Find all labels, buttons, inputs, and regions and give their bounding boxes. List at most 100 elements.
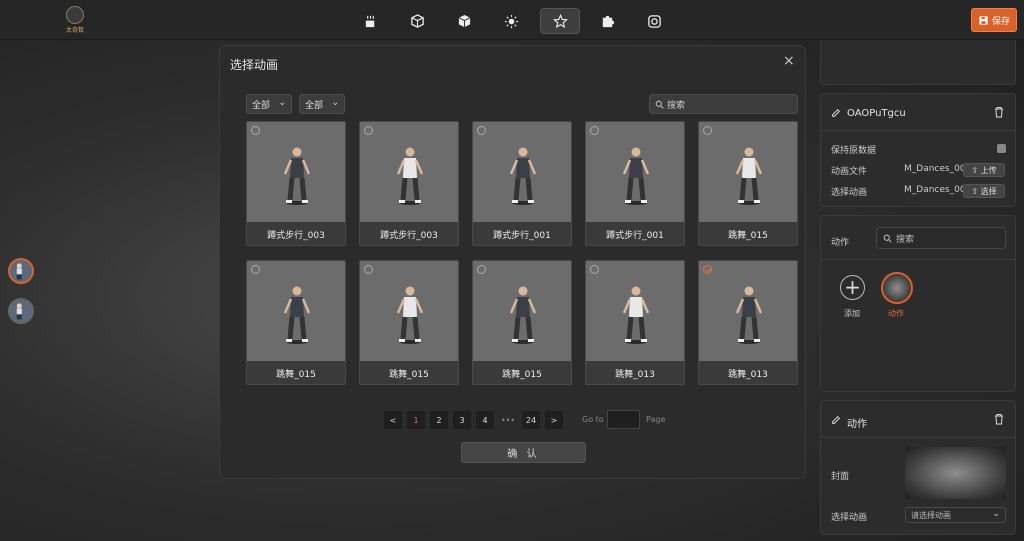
character-figure	[396, 147, 424, 205]
chevron-down-icon: ⌄	[992, 509, 1000, 519]
select-button[interactable]: ⇧ 选择	[963, 184, 1005, 198]
animation-card[interactable]: 跳舞_013	[585, 260, 685, 385]
character-figure	[735, 147, 763, 205]
person-icon	[16, 263, 22, 280]
logo-emblem	[66, 6, 84, 24]
star-icon	[552, 13, 568, 28]
page-1-button[interactable]: 1	[407, 411, 425, 429]
select-placeholder: 请选择动画	[911, 510, 951, 520]
animation-card[interactable]: 跳舞_013	[698, 260, 798, 385]
edit-icon[interactable]	[831, 415, 841, 425]
select-radio[interactable]	[590, 265, 599, 274]
sun-icon	[504, 14, 518, 28]
select-radio[interactable]	[703, 126, 712, 135]
next-page-button[interactable]: >	[545, 411, 563, 429]
page-4-button[interactable]: 4	[476, 411, 494, 429]
right-top-panel	[820, 40, 1016, 85]
chevron-down-icon: ⌄	[331, 98, 339, 108]
animation-card[interactable]: 蹲式步行_003	[246, 121, 346, 246]
select-radio[interactable]	[477, 265, 486, 274]
category-filter-select[interactable]: 全部 ⌄	[246, 94, 292, 114]
action-detail-panel: 动作 封面 选择动画 请选择动画 ⌄	[820, 400, 1016, 535]
select-radio[interactable]	[477, 126, 486, 135]
select-anim-label: 选择动画	[831, 188, 868, 198]
coffee-icon	[365, 15, 374, 27]
trash-icon[interactable]	[993, 413, 1005, 425]
trash-icon[interactable]	[993, 106, 1005, 118]
goto-page-input[interactable]	[607, 410, 640, 429]
animation-label: 蹲式步行_003	[380, 231, 438, 241]
dialog-title: 选择动画	[230, 58, 279, 72]
actions-search-placeholder: 搜索	[896, 234, 915, 245]
upload-icon: ⇧	[971, 186, 979, 196]
animation-card[interactable]: 蹲式步行_001	[585, 121, 685, 246]
upload-button[interactable]: ⇧ 上传	[963, 163, 1005, 177]
search-placeholder: 搜索	[667, 100, 686, 111]
plugin-tool-button[interactable]	[587, 8, 627, 34]
camera-tool-button[interactable]	[634, 8, 674, 34]
logo-text: 太奇数	[65, 27, 84, 34]
box-tool-button[interactable]	[397, 8, 437, 34]
prev-page-button[interactable]: <	[384, 411, 402, 429]
anim-file-label: 动画文件	[831, 167, 868, 177]
pagination: < 1 2 3 4 ••• 24 >	[384, 411, 563, 429]
animation-card[interactable]: 跳舞_015	[359, 260, 459, 385]
animation-card[interactable]: 蹲式步行_001	[472, 121, 572, 246]
save-button[interactable]: 保存	[971, 8, 1017, 32]
animation-card[interactable]: 蹲式步行_003	[359, 121, 459, 246]
box-icon	[410, 13, 424, 28]
select-radio[interactable]	[590, 126, 599, 135]
coffee-tool-button[interactable]	[350, 8, 390, 34]
object-name: OAOPuTgcu	[847, 108, 906, 119]
upload-icon: ⇧	[971, 165, 979, 175]
animation-label: 跳舞_013	[615, 370, 655, 380]
animation-thumbnail	[586, 261, 684, 361]
close-icon[interactable]: ×	[783, 53, 795, 69]
animation-thumbnail	[586, 122, 684, 222]
camera-icon	[647, 14, 661, 28]
anim-file-value: M_Dances_00	[904, 164, 964, 174]
animation-card[interactable]: 跳舞_015	[698, 121, 798, 246]
select-radio[interactable]	[703, 265, 712, 274]
animation-search-input[interactable]: 搜索	[649, 94, 798, 114]
add-action-button[interactable]: +	[840, 275, 865, 300]
action-item-label[interactable]: 动作	[888, 308, 904, 319]
edit-icon[interactable]	[831, 108, 841, 118]
animation-card[interactable]: 跳舞_015	[472, 260, 572, 385]
animation-label: 跳舞_015	[389, 370, 429, 380]
character-figure	[283, 286, 311, 344]
add-label: 添加	[844, 309, 860, 318]
cover-image[interactable]	[905, 447, 1006, 499]
select-anim-value: M_Dances_00	[904, 185, 964, 195]
search-icon	[883, 234, 892, 243]
select-radio[interactable]	[251, 265, 260, 274]
actions-search-input[interactable]: 搜索	[876, 227, 1006, 249]
animation-label: 跳舞_015	[728, 231, 768, 241]
character-avatar-1[interactable]	[8, 258, 34, 284]
top-toolbar: 太奇数 保存	[0, 0, 1024, 40]
character-figure	[735, 286, 763, 344]
select-radio[interactable]	[364, 126, 373, 135]
light-tool-button[interactable]	[491, 8, 531, 34]
select-radio[interactable]	[251, 126, 260, 135]
confirm-button[interactable]: 确 认	[461, 442, 586, 463]
effects-tool-button[interactable]	[540, 8, 580, 34]
puzzle-icon	[602, 15, 614, 27]
select-radio[interactable]	[364, 265, 373, 274]
page-3-button[interactable]: 3	[453, 411, 471, 429]
page-2-button[interactable]: 2	[430, 411, 448, 429]
select-animation-dialog: 选择动画 × 全部 ⌄ 全部 ⌄ 搜索 蹲式步行_003 蹲式步行_003 蹲式步行…	[219, 45, 806, 479]
cube-tool-button[interactable]	[444, 8, 484, 34]
animation-label: 蹲式步行_001	[606, 231, 664, 241]
animation-thumbnail	[473, 122, 571, 222]
keep-original-checkbox[interactable]	[997, 144, 1006, 153]
select-animation-dropdown[interactable]: 请选择动画 ⌄	[905, 507, 1006, 523]
action-thumbnail[interactable]	[881, 272, 913, 304]
last-page-button[interactable]: 24	[522, 411, 540, 429]
search-icon	[655, 100, 664, 109]
object-panel: OAOPuTgcu 保持原数据 动画文件 M_Dances_00 ⇧ 上传 选择…	[820, 93, 1016, 207]
type-filter-select[interactable]: 全部 ⌄	[299, 94, 345, 114]
animation-card[interactable]: 跳舞_015	[246, 260, 346, 385]
pagination-ellipsis[interactable]: •••	[499, 411, 517, 429]
character-avatar-2[interactable]	[8, 298, 34, 324]
